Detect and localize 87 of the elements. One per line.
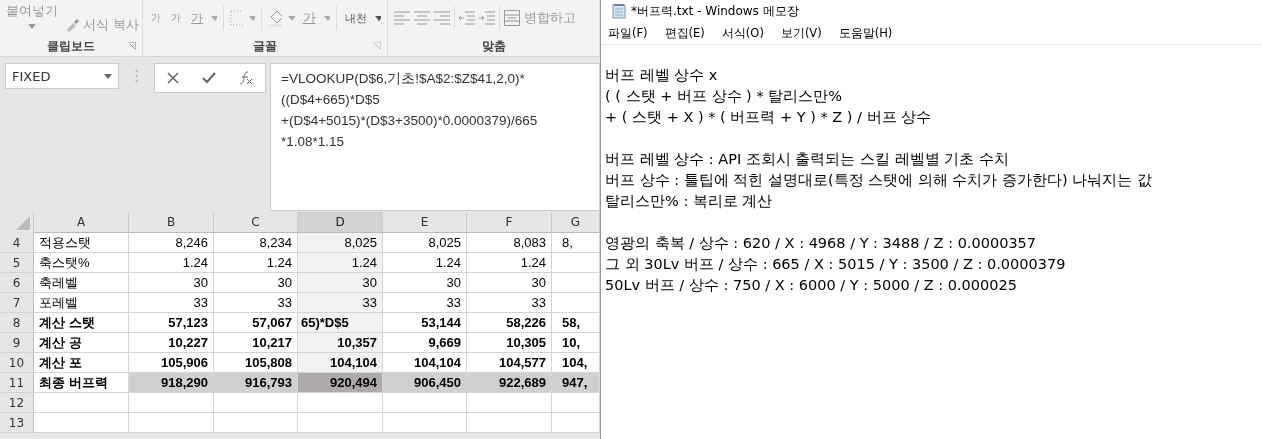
align-icon[interactable] <box>394 11 410 25</box>
check-icon[interactable] <box>202 72 216 84</box>
table-cell: 53,144 <box>383 313 467 333</box>
row-header[interactable]: 10 <box>0 353 34 373</box>
close-icon[interactable] <box>166 72 179 84</box>
group-label: 글꼴 <box>253 37 277 55</box>
row-header[interactable]: 5 <box>0 253 34 273</box>
column-header[interactable]: B <box>129 212 214 233</box>
border-icon[interactable] <box>230 10 243 26</box>
table-cell: 10,305 <box>467 333 552 353</box>
table-cell: 포레벨 <box>34 293 129 313</box>
decrease-indent-icon[interactable] <box>459 11 475 25</box>
table-cell: 57,123 <box>129 313 214 333</box>
table-cell: 1.24 <box>467 253 552 273</box>
notepad-icon <box>611 3 627 19</box>
table-cell: 65)*D$5 <box>298 313 383 333</box>
table-cell: 1.24 <box>298 253 383 273</box>
table-cell: 계산 스탯 <box>34 313 129 333</box>
group-label: 맞춤 <box>481 37 506 55</box>
table-cell: 1.24 <box>383 253 467 273</box>
dialog-launcher-icon[interactable] <box>373 42 381 50</box>
table-cell: 33 <box>298 293 383 313</box>
name-box[interactable]: FIXED <box>5 63 119 89</box>
table-cell: 104,104 <box>298 353 383 373</box>
table-cell: 916,793 <box>214 373 298 393</box>
select-all-icon[interactable] <box>16 216 30 230</box>
table-cell: 922,689 <box>467 373 552 393</box>
table-cell: 8,083 <box>467 233 552 253</box>
menu-item[interactable]: 서식(O) <box>721 25 764 41</box>
grip-icon <box>135 69 138 83</box>
table-cell: 30 <box>298 273 383 293</box>
table-cell: 축레벨 <box>34 273 129 293</box>
table-cell: 30 <box>467 273 552 293</box>
column-header[interactable]: E <box>383 212 467 233</box>
table-cell: 947, <box>552 373 600 393</box>
table-cell: 33 <box>129 293 214 313</box>
table-cell: 920,494 <box>298 373 383 393</box>
column-header[interactable]: A <box>34 212 129 233</box>
table-cell: 9,669 <box>383 333 467 353</box>
table-cell: 33 <box>383 293 467 313</box>
menu-item[interactable]: 보기(V) <box>780 25 822 41</box>
merge-icon <box>504 10 520 26</box>
row-header[interactable]: 13 <box>0 413 34 433</box>
phonetic-button[interactable]: 내천 <box>342 10 369 26</box>
table-cell: 30 <box>129 273 214 293</box>
table-cell: 918,290 <box>129 373 214 393</box>
table-cell: 1.24 <box>129 253 214 273</box>
brush-icon <box>64 18 80 32</box>
dialog-launcher-icon[interactable] <box>128 42 136 50</box>
formula-field[interactable]: =VLOOKUP(D$6,기초!$A$2:$Z$41,2,0)* ((D$4+665)*D$5 +(D$4+5015)*(D$3+3500)*0.0000379)/665 *1.08*1.15 <box>270 63 600 211</box>
column-header[interactable]: F <box>467 212 552 233</box>
table-cell: 8,025 <box>298 233 383 253</box>
column-header[interactable]: D <box>298 212 383 233</box>
window-title: *버프력.txt - Windows 메모장 <box>631 2 799 20</box>
table-cell: 58,226 <box>467 313 552 333</box>
increase-indent-icon[interactable] <box>479 11 495 25</box>
function-icon[interactable] <box>239 71 254 85</box>
table-cell: 10,227 <box>129 333 214 353</box>
align-icon[interactable] <box>434 11 450 25</box>
row-header[interactable]: 11 <box>0 373 34 393</box>
table-cell: 906,450 <box>383 373 467 393</box>
table-cell: 적용스탯 <box>34 233 129 253</box>
table-cell: 33 <box>467 293 552 313</box>
column-header[interactable]: C <box>214 212 298 233</box>
row-header[interactable]: 8 <box>0 313 34 333</box>
align-icon[interactable] <box>414 11 430 25</box>
text-area[interactable]: 버프 레벨 상수 x ( ( 스탯 + 버프 상수 ) * 탈리스만% + ( 스탯 + X ) * ( 버프력 + Y ) * Z ) / 버프 상수 버프 레벨 상수 : API 조회시 출력되는 스킬 레벨별 기초 수치 버프 상수 : 툴팁에 적힌 설명대로(특정 스탯에 의해 수치가 증가한다) 나눠지는 값 탈리스만% : 복리로 계산 영광의 축복 / 상수 : 620 / X : 4968 / Y : 3488 / Z : 0.0000357 그 외 30Lv 버프 / 상수 : 665 / X : 5015 / Y : 3500 / Z : 0.0000379 50Lv 버프 / 상수 : 750 / X : 6000 / Y : 5000 / Z : 0.000025 <box>601 45 1262 439</box>
table-cell: 계산 공 <box>34 333 129 353</box>
menu-item[interactable]: 도움말(H) <box>838 25 893 41</box>
table-cell: 축스탯% <box>34 253 129 273</box>
caret-icon <box>104 73 112 79</box>
table-cell: 8,246 <box>129 233 214 253</box>
table-cell: 8,025 <box>383 233 467 253</box>
menu-item[interactable]: 편집(E) <box>664 25 705 41</box>
table-cell: 10,357 <box>298 333 383 353</box>
table-cell: 30 <box>383 273 467 293</box>
row-header[interactable]: 7 <box>0 293 34 313</box>
caret-icon[interactable] <box>374 15 382 21</box>
row-header[interactable]: 6 <box>0 273 34 293</box>
menu-item[interactable]: 파일(F) <box>608 25 648 41</box>
table-cell: 계산 포 <box>34 353 129 373</box>
row-header[interactable]: 12 <box>0 393 34 413</box>
row-header[interactable]: 4 <box>0 233 34 253</box>
group-label: 클립보드 <box>47 37 95 55</box>
row-header[interactable]: 9 <box>0 333 34 353</box>
column-header[interactable]: G <box>552 212 600 233</box>
fill-bucket-icon[interactable] <box>267 9 283 27</box>
